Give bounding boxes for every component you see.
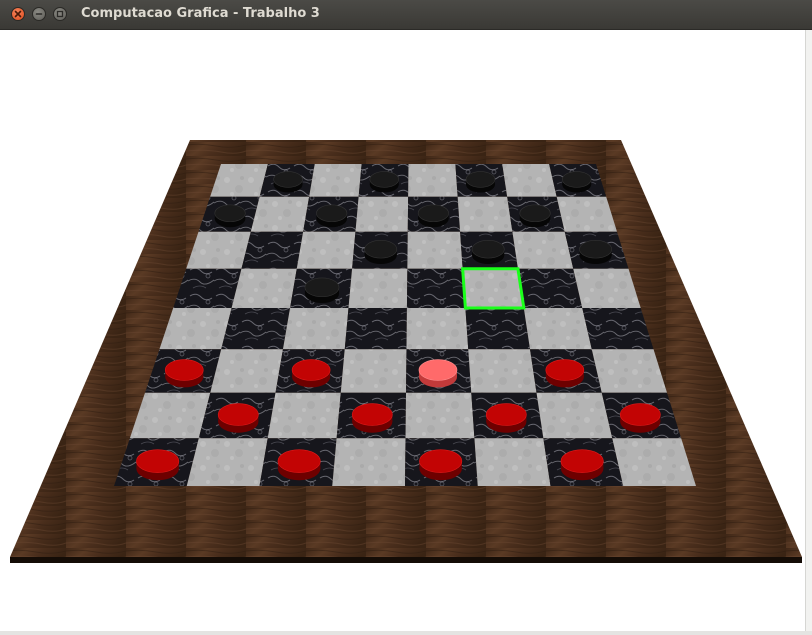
board-square[interactable] [296,231,356,269]
board-square[interactable] [457,196,513,232]
black-piece[interactable] [364,240,398,265]
minimize-button[interactable] [32,7,46,21]
close-button[interactable] [11,7,25,21]
board-square[interactable] [282,307,349,350]
board-square[interactable] [186,438,268,486]
board-square[interactable] [231,268,297,308]
board-square[interactable] [250,196,310,232]
black-piece[interactable] [273,171,303,193]
black-piece[interactable] [465,171,496,193]
black-piece[interactable] [304,277,340,304]
red-piece[interactable] [136,449,180,481]
board-square[interactable] [468,349,537,393]
window-bottom-border [0,631,812,635]
red-piece[interactable] [619,403,661,433]
board-square[interactable] [406,307,469,350]
black-piece[interactable] [369,171,400,193]
red-piece[interactable] [545,359,585,388]
black-piece[interactable] [471,240,505,265]
red-piece[interactable] [351,403,393,433]
board-square[interactable] [474,438,551,486]
board-square[interactable] [355,196,409,232]
maximize-icon [56,10,64,18]
board-square[interactable] [221,307,291,350]
board[interactable] [10,140,802,563]
board-square[interactable] [348,268,408,308]
red-piece[interactable] [164,359,204,388]
red-piece[interactable] [560,449,604,481]
black-piece[interactable] [561,171,592,193]
red-piece[interactable] [291,359,331,388]
board-square[interactable] [465,307,531,350]
board-square[interactable] [408,164,458,197]
window-right-border [805,30,812,635]
maximize-button[interactable] [53,7,67,21]
black-piece[interactable] [214,204,246,228]
board-square[interactable] [405,392,475,439]
board-square[interactable] [523,307,592,350]
board-square[interactable] [344,307,407,350]
board-square[interactable] [309,164,362,197]
red-piece[interactable] [217,403,259,433]
checkers-scene[interactable] [6,30,805,631]
board-frame-edge [10,557,802,563]
board-square[interactable] [340,349,407,393]
board-square[interactable] [502,164,557,197]
board-square[interactable] [536,392,613,439]
board-square[interactable] [332,438,406,486]
black-piece[interactable] [519,204,551,228]
app-window: Computacao Grafica - Trabalho 3 [0,0,812,635]
red-piece[interactable] [277,449,321,481]
black-piece[interactable] [579,240,613,265]
board-square[interactable] [241,231,304,269]
window-title: Computacao Grafica - Trabalho 3 [81,6,320,21]
red-piece[interactable] [485,403,527,433]
black-piece[interactable] [316,204,348,228]
board-square[interactable] [406,268,466,308]
board-square[interactable] [407,231,463,269]
close-icon [14,10,22,18]
board-square[interactable] [517,268,583,308]
red-piece[interactable] [418,359,458,388]
board-square[interactable] [462,268,524,308]
minimize-icon [35,13,43,15]
board-square[interactable] [267,392,341,439]
game-viewport[interactable] [6,30,805,631]
board-square[interactable] [210,349,283,393]
board-square[interactable] [512,231,574,269]
title-bar[interactable]: Computacao Grafica - Trabalho 3 [0,0,812,30]
black-piece[interactable] [417,204,449,228]
red-piece[interactable] [419,449,463,481]
